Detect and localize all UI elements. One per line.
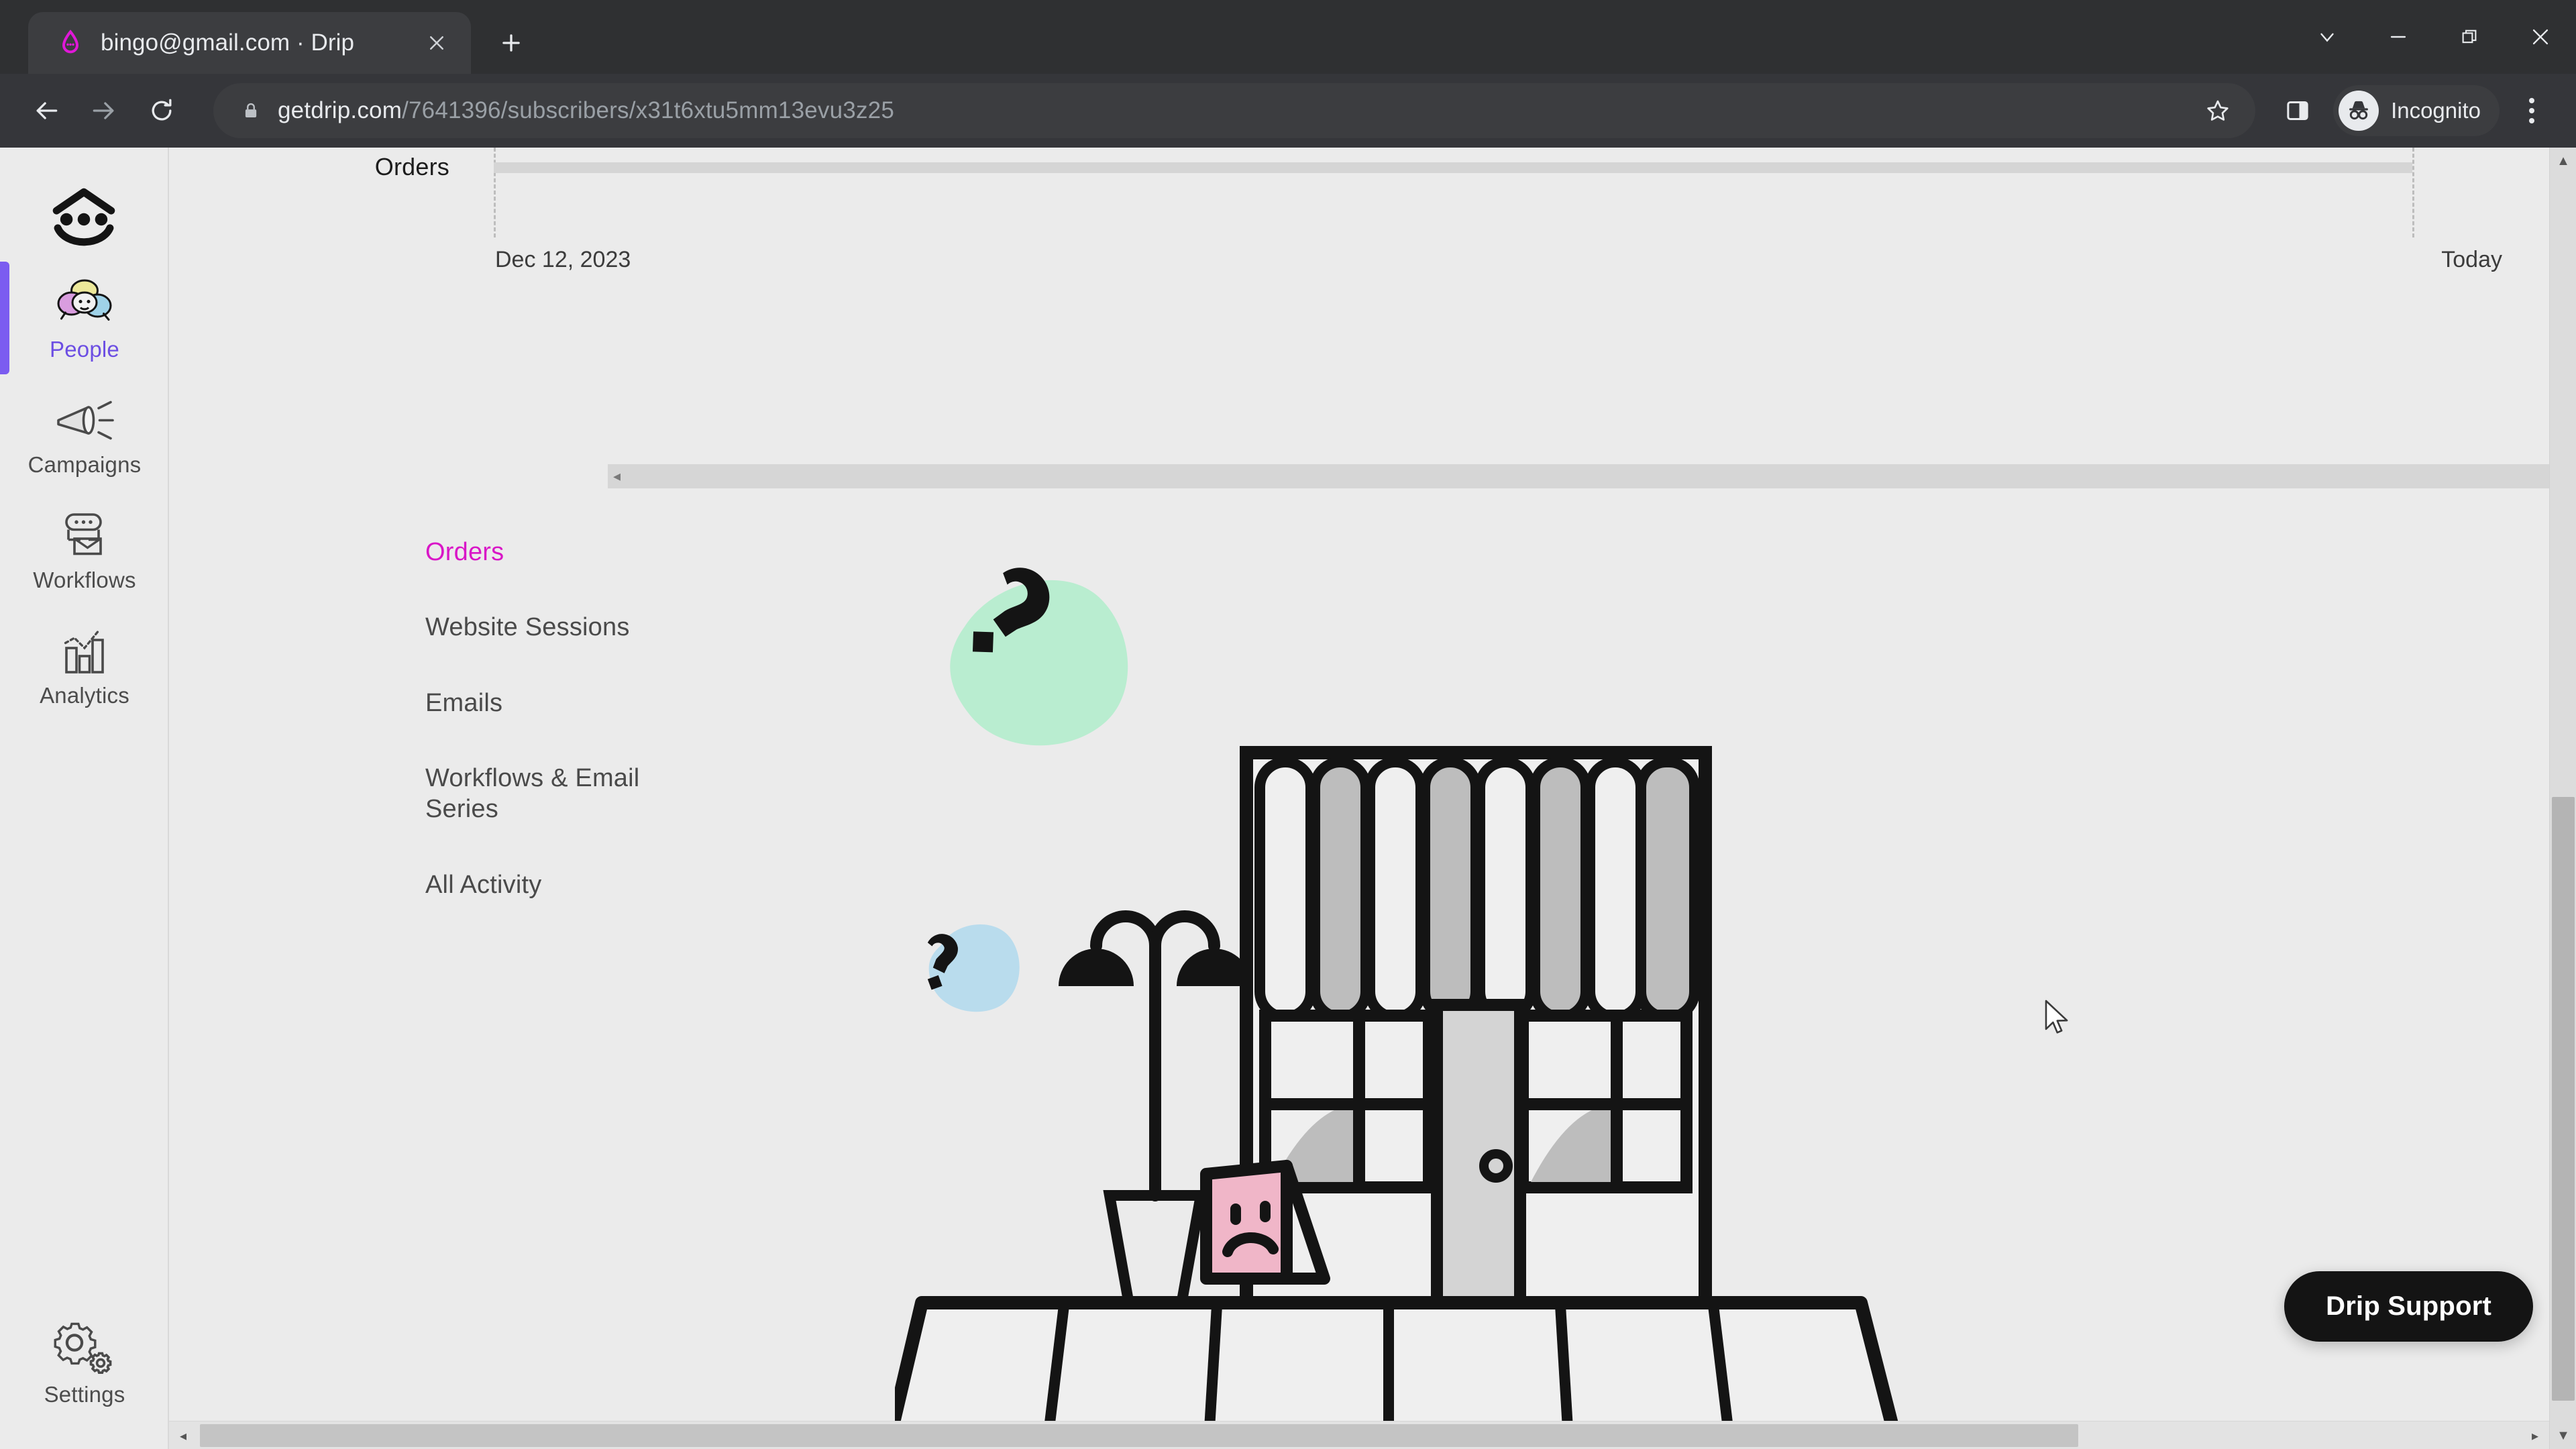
browser-tab[interactable]: bingo@gmail.com · Drip	[28, 12, 471, 74]
caret-up-icon[interactable]: ▲	[2550, 148, 2576, 174]
sidebar-item-campaigns[interactable]: Campaigns	[0, 372, 169, 487]
tab-all-activity[interactable]: All Activity	[425, 869, 680, 900]
drip-smiley-logo-icon[interactable]	[40, 182, 127, 256]
drip-logo-icon	[55, 28, 86, 58]
vertical-scrollbar[interactable]: ▲ ▼	[2549, 148, 2576, 1449]
address-bar-host: getdrip.com	[278, 97, 402, 123]
caret-left-icon[interactable]: ◂	[613, 469, 621, 484]
forward-arrow-icon[interactable]	[75, 82, 133, 140]
back-arrow-icon[interactable]	[17, 82, 75, 140]
activity-tab-list: Orders Website Sessions Emails Workflows…	[425, 537, 801, 945]
drip-support-button[interactable]: Drip Support	[2284, 1271, 2533, 1342]
sidebar-item-label: Campaigns	[28, 452, 142, 477]
sidebar-bottom: Settings	[0, 1301, 169, 1417]
timeline-start-divider	[494, 148, 496, 237]
sidebar-item-label: People	[50, 337, 119, 362]
address-bar-url: getdrip.com/7641396/subscribers/x31t6xtu…	[278, 97, 894, 124]
side-panel-icon[interactable]	[2269, 82, 2326, 140]
caret-left-icon[interactable]: ◂	[169, 1421, 197, 1449]
sidebar-item-workflows[interactable]: Workflows	[0, 487, 169, 602]
new-tab-button[interactable]	[486, 17, 537, 68]
timeline-track[interactable]	[494, 162, 2412, 173]
horizontal-scrollbar[interactable]: ◂ ▸	[169, 1421, 2549, 1449]
workflow-icon	[52, 499, 117, 564]
caret-right-icon[interactable]: ▸	[2521, 1421, 2549, 1449]
sidebar-item-people[interactable]: People	[0, 256, 169, 374]
tab-title: bingo@gmail.com · Drip	[101, 30, 355, 56]
browser-toolbar: getdrip.com/7641396/subscribers/x31t6xtu…	[0, 74, 2576, 148]
megaphone-icon	[52, 384, 117, 448]
restore-icon[interactable]	[2434, 0, 2505, 74]
address-bar[interactable]: getdrip.com/7641396/subscribers/x31t6xtu…	[213, 83, 2256, 138]
timeline-end-date: Today	[2441, 247, 2502, 272]
bar-chart-icon	[52, 614, 117, 679]
kebab-menu-icon[interactable]	[2505, 82, 2559, 140]
timeline-start-date: Dec 12, 2023	[495, 247, 631, 272]
horizontal-scroll-thumb[interactable]	[200, 1424, 2078, 1447]
profile-label: Incognito	[2391, 98, 2481, 123]
tab-strip: bingo@gmail.com · Drip	[0, 0, 2576, 74]
app-sidebar: People Campaigns Workflows Analytics Set…	[0, 148, 169, 1449]
gear-icon	[52, 1313, 117, 1378]
lock-icon	[236, 101, 266, 121]
reload-icon[interactable]	[133, 82, 191, 140]
people-icon	[52, 268, 117, 333]
tab-orders[interactable]: Orders	[425, 537, 680, 568]
timeline-end-divider	[2412, 148, 2414, 237]
tab-emails[interactable]: Emails	[425, 688, 680, 718]
profile-chip[interactable]: Incognito	[2333, 85, 2500, 136]
incognito-icon	[2339, 91, 2379, 131]
vertical-scroll-thumb[interactable]	[2552, 797, 2575, 1401]
tab-workflows-email-series[interactable]: Workflows & Email Series	[425, 763, 680, 825]
page-viewport: People Campaigns Workflows Analytics Set…	[0, 148, 2576, 1449]
sidebar-item-settings[interactable]: Settings	[0, 1301, 169, 1417]
star-icon[interactable]	[2199, 92, 2237, 129]
closed-storefront-illustration	[883, 543, 2143, 1449]
close-icon[interactable]	[420, 26, 453, 60]
orders-timeline: Orders Dec 12, 2023 Today	[170, 148, 2532, 272]
close-window-icon[interactable]	[2505, 0, 2576, 74]
browser-window: bingo@gmail.com · Drip getdrip.com/76413…	[0, 0, 2576, 1449]
sidebar-item-label: Analytics	[40, 683, 129, 708]
main-content: Orders Dec 12, 2023 Today ◂ ▸ Orders Web…	[170, 148, 2576, 1449]
address-bar-path: /7641396/subscribers/x31t6xtu5mm13evu3z2…	[402, 97, 894, 123]
window-controls	[2292, 0, 2576, 74]
sidebar-item-label: Workflows	[33, 568, 136, 592]
timeline-row-label: Orders	[374, 153, 449, 180]
sidebar-item-analytics[interactable]: Analytics	[0, 602, 169, 718]
caret-down-icon[interactable]: ▼	[2550, 1422, 2576, 1449]
chevron-down-icon[interactable]	[2292, 0, 2363, 74]
minimize-icon[interactable]	[2363, 0, 2434, 74]
timeline-scrollbar[interactable]: ◂ ▸	[608, 464, 2576, 488]
tab-website-sessions[interactable]: Website Sessions	[425, 612, 680, 643]
sidebar-item-label: Settings	[44, 1382, 125, 1407]
